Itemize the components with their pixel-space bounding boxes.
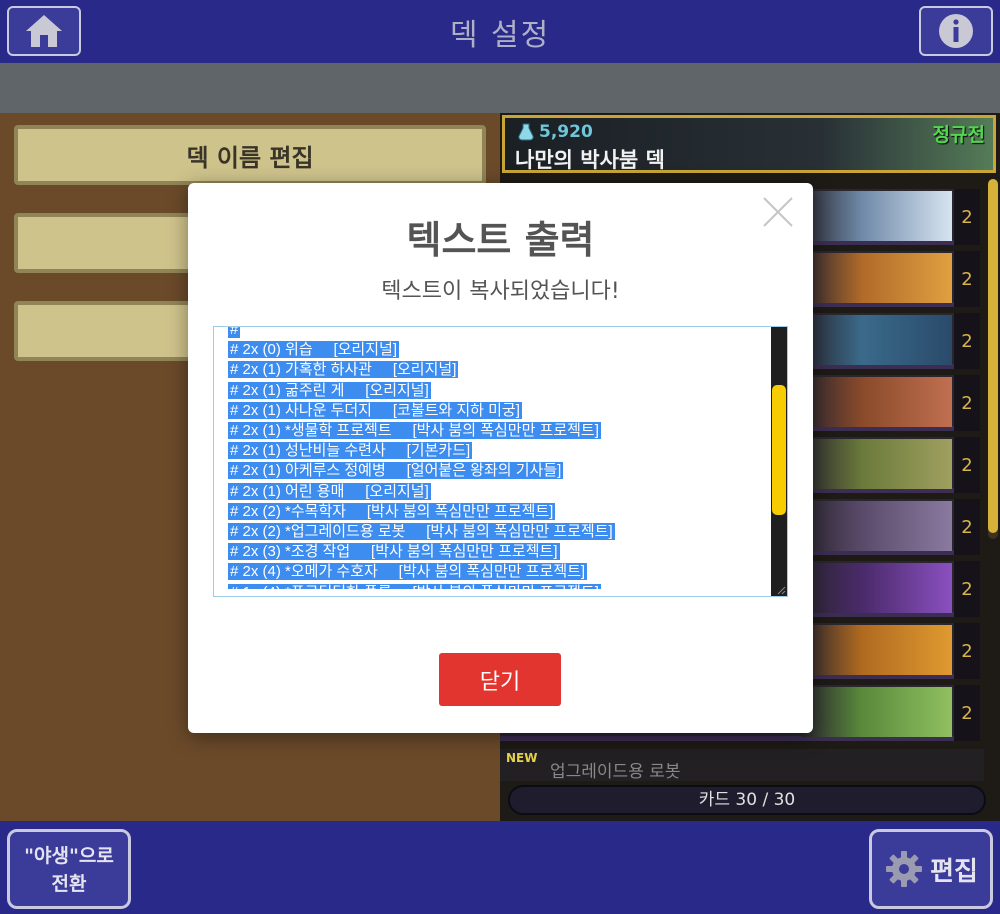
modal-overlay: 텍스트 출력 텍스트이 복사되었습니다! # # 2x (0) 위습 [오리지널]…	[0, 0, 1000, 914]
text-area-scroll-thumb[interactable]	[772, 385, 786, 515]
deck-text-line-text: # 2x (0) 위습 [오리지널]	[228, 341, 399, 359]
text-area-scrollbar[interactable]	[771, 327, 787, 596]
resize-grip-icon[interactable]	[776, 585, 786, 595]
deck-text-line-text: # 2x (2) *업그레이드용 로봇 [박사 붐의 폭심만만 프로젝트]	[228, 523, 615, 541]
deck-text-line: #	[228, 327, 772, 340]
deck-text-line-text: # 2x (1) *생물학 프로젝트 [박사 붐의 폭심만만 프로젝트]	[228, 422, 601, 440]
deck-text-line-text: # 2x (1) 가혹한 하사관 [오리지널]	[228, 361, 459, 379]
deck-text-line-text: # 2x (1) 사나운 두더지 [코볼트와 지하 미궁]	[228, 401, 522, 419]
deck-text-line: # 2x (2) *업그레이드용 로봇 [박사 붐의 폭심만만 프로젝트]	[228, 522, 772, 542]
deck-text-line-text: # 2x (4) *오메가 수호자 [박사 붐의 폭심만만 프로젝트]	[228, 563, 588, 581]
close-button[interactable]: 닫기	[439, 653, 561, 706]
deck-text-line: # 2x (1) 성난비늘 수련사 [기본카드]	[228, 441, 772, 461]
deck-text-line: # 2x (1) 아케루스 정예병 [얼어붙은 왕좌의 기사들]	[228, 461, 772, 481]
deck-text-line-text: # 2x (3) *조경 작업 [박사 붐의 폭심만만 프로젝트]	[228, 543, 560, 561]
deck-text-line: # 2x (1) 어린 용매 [오리지널]	[228, 482, 772, 502]
deck-text-line: # 2x (2) *수목학자 [박사 붐의 폭심만만 프로젝트]	[228, 502, 772, 522]
deck-text-line: # 2x (1) 사나운 두더지 [코볼트와 지하 미궁]	[228, 401, 772, 421]
deck-text-line: # 2x (3) *조경 작업 [박사 붐의 폭심만만 프로젝트]	[228, 542, 772, 562]
deck-text-line: # 2x (1) *생물학 프로젝트 [박사 붐의 폭심만만 프로젝트]	[228, 421, 772, 441]
deck-text-line-text: # 2x (1) 아케루스 정예병 [얼어붙은 왕좌의 기사들]	[228, 462, 564, 480]
deck-text-line-text: #	[228, 327, 241, 338]
deck-text-line-text: # 2x (1) 성난비늘 수련사 [기본카드]	[228, 442, 473, 460]
deck-text-area[interactable]: # # 2x (0) 위습 [오리지널] # 2x (1) 가혹한 하사관 [오리지…	[213, 326, 788, 597]
deck-text-line-text: # 2x (1) 굶주린 게 [오리지널]	[228, 381, 431, 399]
deck-text-content[interactable]: # # 2x (0) 위습 [오리지널] # 2x (1) 가혹한 하사관 [오리지…	[214, 327, 772, 589]
dialog-title: 텍스트 출력	[406, 218, 595, 262]
deck-text-line-text: # 1x (4) *푸르딩딩한 플룹 [박사 붐의 폭심만만 프로젝트]	[228, 583, 601, 589]
deck-text-line: # 2x (4) *오메가 수호자 [박사 붐의 폭심만만 프로젝트]	[228, 562, 772, 582]
deck-text-line: # 1x (4) *푸르딩딩한 플룹 [박사 붐의 폭심만만 프로젝트]	[228, 583, 772, 589]
deck-text-line-text: # 2x (2) *수목학자 [박사 붐의 폭심만만 프로젝트]	[228, 502, 556, 520]
dialog-message: 텍스트이 복사되었습니다!	[381, 279, 620, 304]
deck-text-line: # 2x (0) 위습 [오리지널]	[228, 340, 772, 360]
deck-text-line: # 2x (1) 굶주린 게 [오리지널]	[228, 381, 772, 401]
deck-text-line-text: # 2x (1) 어린 용매 [오리지널]	[228, 482, 431, 500]
text-export-dialog: 텍스트 출력 텍스트이 복사되었습니다! # # 2x (0) 위습 [오리지널]…	[188, 183, 813, 733]
deck-text-line: # 2x (1) 가혹한 하사관 [오리지널]	[228, 360, 772, 380]
